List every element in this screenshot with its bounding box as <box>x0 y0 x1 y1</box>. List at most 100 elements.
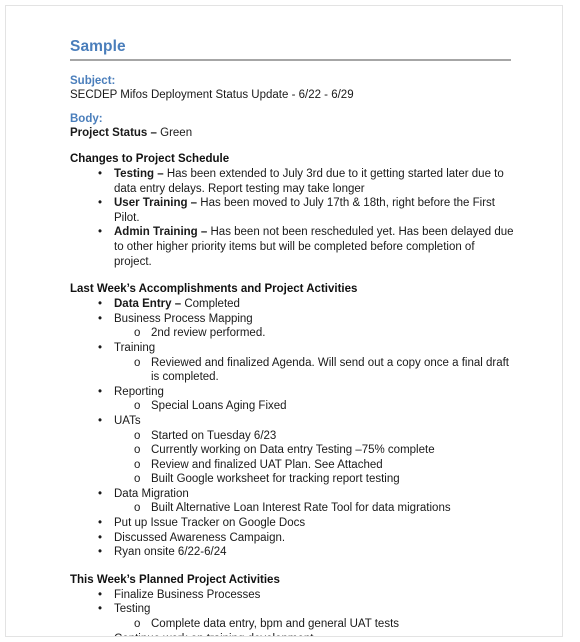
sub-bullet-list: o 2nd review performed. <box>114 326 515 341</box>
list-item: • User Training – Has been moved to July … <box>70 196 515 225</box>
sub-list-item-text: Review and finalized UAT Plan. See Attac… <box>151 458 383 471</box>
bullet-icon: • <box>98 546 103 559</box>
sub-list-item: o Built Alternative Loan Interest Rate To… <box>114 501 515 516</box>
list-item-text: Ryan onsite 6/22-6/24 <box>114 546 227 559</box>
list-item: • Training o Reviewed and finalized Agenda.… <box>70 341 515 385</box>
list-item-lead: User Training – <box>114 197 198 210</box>
bullet-icon: • <box>98 341 103 354</box>
bullet-icon: • <box>98 632 102 636</box>
sub-list-item-text: Reviewed and finalized Agenda. Will send… <box>151 356 509 384</box>
sub-list-item: o Reviewed and finalized Agenda. Will sen… <box>114 356 515 385</box>
subject-value: SECDEP Mifos Deployment Status Update - … <box>70 89 354 101</box>
sub-list-item-text: Built Alternative Loan Interest Rate Too… <box>151 502 451 515</box>
bullet-icon: • <box>98 298 103 311</box>
body-field: Body: Project Status – Green <box>70 112 515 141</box>
bullet-icon: • <box>98 226 103 239</box>
list-item-text: Finalize Business Processes <box>114 588 261 601</box>
list-item: • Data Entry – Completed <box>70 297 515 312</box>
sub-bullet-icon: o <box>134 400 141 413</box>
sub-bullet-icon: o <box>134 618 141 631</box>
bullet-icon: • <box>98 414 103 427</box>
section-heading: This Week’s Planned Project Activities <box>70 573 280 586</box>
sub-list-item: o 2nd review performed. <box>114 326 515 341</box>
list-item-text: Testing <box>114 603 151 616</box>
bullet-icon: • <box>98 168 103 180</box>
list-item: • Testing – Has been extended to July 3rd… <box>70 167 515 196</box>
sub-list-item-text: Complete data entry, bpm and general UAT… <box>151 618 400 631</box>
project-status-label: Project Status – <box>70 126 157 139</box>
list-item-text: UATs <box>114 414 141 427</box>
sub-list-item: o Review and finalized UAT Plan. See Atta… <box>114 458 515 473</box>
project-status-value: Green <box>160 126 193 139</box>
sub-list-item-text: Currently working on Data entry Testing … <box>151 444 435 457</box>
bullet-icon: • <box>98 517 103 530</box>
sub-list-item-text: Special Loans Aging Fixed <box>151 400 287 413</box>
bullet-list: • Data Entry – Completed • Business Process… <box>70 297 515 560</box>
list-item: • Continue work on training development <box>70 632 515 636</box>
list-item-lead: Data Entry – <box>114 298 182 311</box>
list-item-text: Has been extended to July 3rd due to it … <box>114 168 504 195</box>
list-item: • Ryan onsite 6/22-6/24 <box>70 545 515 560</box>
sub-list-item-text: Started on Tuesday 6/23 <box>151 429 277 442</box>
list-item: • Business Process Mapping o 2nd review per… <box>70 312 515 341</box>
sub-bullet-list: o Reviewed and finalized Agenda. Will sen… <box>114 356 515 385</box>
sub-bullet-icon: o <box>134 458 141 471</box>
subject-field: Subject: SECDEP Mifos Deployment Status … <box>70 74 515 103</box>
sub-bullet-list: o Special Loans Aging Fixed <box>114 399 515 414</box>
subject-label: Subject: <box>70 75 116 87</box>
title-divider <box>70 59 511 61</box>
sub-bullet-icon: o <box>134 356 141 369</box>
sub-bullet-icon: o <box>134 473 141 486</box>
list-item-text: Discussed Awareness Campaign. <box>114 531 286 544</box>
list-item: • UATs o Started on Tuesday 6/23 o Currently … <box>70 414 515 487</box>
sub-list-item: o Built Google worksheet for tracking rep… <box>114 472 515 487</box>
document-page: Sample Subject: SECDEP Mifos Deployment … <box>5 5 563 637</box>
sub-list-item: o Complete data entry, bpm and general UA… <box>114 617 515 632</box>
list-item-text: Training <box>114 341 156 354</box>
sub-list-item: o Special Loans Aging Fixed <box>114 399 515 414</box>
bullet-icon: • <box>98 531 103 544</box>
list-item-text: Completed <box>184 298 240 311</box>
sub-list-item: o Started on Tuesday 6/23 <box>114 429 515 444</box>
list-item: • Finalize Business Processes <box>70 588 515 603</box>
bullet-list: • Testing – Has been extended to July 3rd… <box>70 167 515 269</box>
list-item-text: Business Process Mapping <box>114 312 253 325</box>
list-item-text: Data Migration <box>114 487 189 500</box>
section-heading: Last Week’s Accomplishments and Project … <box>70 283 358 296</box>
sub-bullet-icon: o <box>134 444 141 457</box>
list-item-lead: Testing – <box>114 168 164 180</box>
sub-bullet-list: o Started on Tuesday 6/23 o Currently worki… <box>114 429 515 487</box>
page-title: Sample <box>70 38 126 55</box>
project-status-line: Project Status – Green <box>70 126 515 141</box>
list-item-text: Continue work on training development <box>114 633 313 636</box>
sub-bullet-list: o Built Alternative Loan Interest Rate To… <box>114 501 515 516</box>
list-item: • Reporting o Special Loans Aging Fixed <box>70 385 515 414</box>
bullet-icon: • <box>98 487 103 500</box>
bullet-icon: • <box>98 588 103 601</box>
section-heading: Changes to Project Schedule <box>70 153 230 165</box>
sub-list-item-text: 2nd review performed. <box>151 327 266 340</box>
bullet-icon: • <box>98 197 103 210</box>
list-item: • Admin Training – Has been not been resc… <box>70 225 515 269</box>
list-item-lead: Admin Training – <box>114 226 208 239</box>
sub-bullet-icon: o <box>134 327 141 340</box>
bullet-list: • Finalize Business Processes • Testing o Com… <box>70 588 515 636</box>
body-label: Body: <box>70 112 103 125</box>
sections-container: Changes to Project Schedule • Testing – Ha… <box>70 152 515 636</box>
list-item-text: Reporting <box>114 385 164 398</box>
sub-bullet-icon: o <box>134 429 141 442</box>
sub-bullet-icon: o <box>134 502 141 515</box>
list-item: • Discussed Awareness Campaign. <box>70 531 515 546</box>
bullet-icon: • <box>98 385 103 398</box>
bullet-icon: • <box>98 312 103 325</box>
sub-list-item-text: Built Google worksheet for tracking repo… <box>151 473 400 486</box>
list-item-text: Put up Issue Tracker on Google Docs <box>114 517 306 530</box>
list-item: • Put up Issue Tracker on Google Docs <box>70 516 515 531</box>
sub-list-item: o Currently working on Data entry Testing… <box>114 443 515 458</box>
bullet-icon: • <box>98 603 103 616</box>
document-body: Sample Subject: SECDEP Mifos Deployment … <box>70 38 515 636</box>
